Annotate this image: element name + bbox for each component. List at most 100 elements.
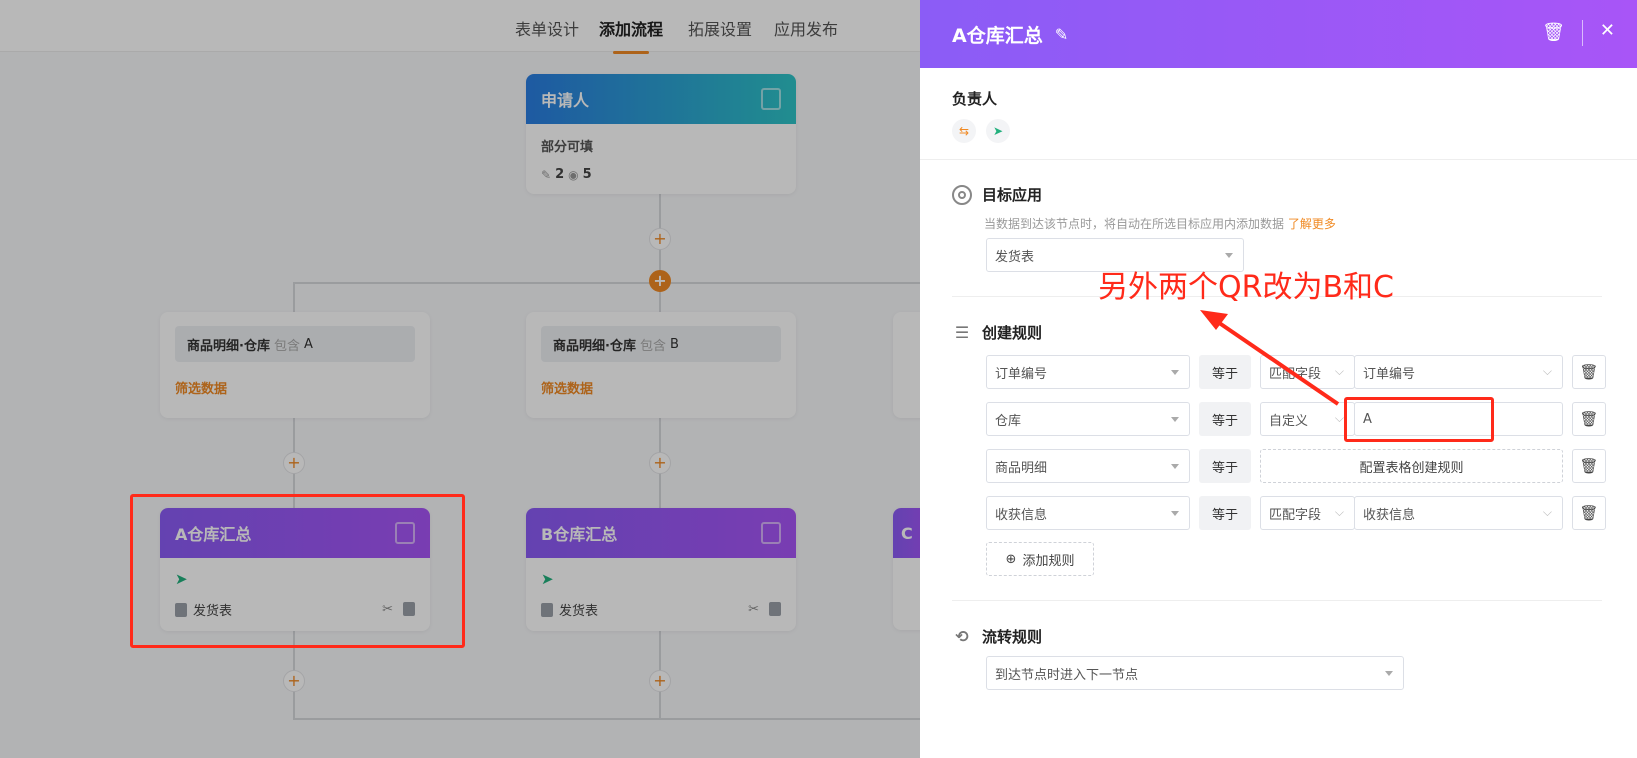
- send-icon: ➤: [541, 570, 554, 588]
- applicant-node-title: 申请人: [541, 91, 590, 110]
- owner-label: 负责人: [952, 90, 998, 108]
- add-node-button[interactable]: +: [649, 228, 671, 250]
- delete-rule-button[interactable]: 🗑: [1572, 355, 1606, 389]
- trash-icon: 🗑: [1579, 504, 1599, 522]
- rule-mode-select[interactable]: 自定义 ⌵: [1260, 402, 1355, 436]
- send-icon[interactable]: ➤: [986, 119, 1010, 143]
- annotation-text: 另外两个QR改为B和C: [1098, 270, 1394, 305]
- list-icon: ☰: [954, 323, 970, 342]
- trash-icon[interactable]: 🗑: [1542, 22, 1565, 43]
- chevron-down-icon: ⌵: [1334, 411, 1344, 425]
- target-app-section: 目标应用 当数据到达该节点时，将自动在所选目标应用内添加数据 了解更多: [952, 184, 1602, 232]
- filter-data-link[interactable]: 筛选数据: [541, 378, 781, 397]
- add-branch-button[interactable]: +: [649, 270, 671, 292]
- view-count: 5: [582, 167, 592, 182]
- rule-field-select[interactable]: 订单编号: [986, 355, 1190, 389]
- applicant-node[interactable]: 申请人 部分可填 ✎ 2 ◉ 5: [526, 74, 796, 194]
- plus-circle-icon: ⊕: [1005, 551, 1017, 567]
- rule-field-select[interactable]: 仓库: [986, 402, 1190, 436]
- transfer-rule-select[interactable]: 到达节点时进入下一节点: [986, 656, 1404, 690]
- transfer-rules-title: 流转规则: [982, 628, 1043, 646]
- create-rules-title: 创建规则: [982, 324, 1043, 342]
- configure-table-rule-button[interactable]: 配置表格创建规则: [1260, 449, 1563, 483]
- edit-count: 2: [555, 167, 565, 182]
- panel-header: A仓库汇总 ✎ 🗑 ✕: [920, 0, 1637, 68]
- trash-icon: 🗑: [1579, 410, 1599, 428]
- create-rules-section: ☰ 创建规则: [952, 322, 1602, 343]
- filter-field: 商品明细·仓库: [187, 338, 270, 354]
- rule-field: 仓库: [995, 413, 1022, 429]
- target-app-title: 目标应用: [982, 186, 1043, 204]
- filter-operator: 包含: [639, 338, 666, 354]
- tab-add-flow[interactable]: 添加流程: [599, 16, 663, 54]
- rule-operator: 等于: [1199, 402, 1251, 436]
- transfer-rule-value: 到达节点时进入下一节点: [995, 667, 1139, 683]
- add-node-button[interactable]: +: [649, 670, 671, 692]
- rule-mode: 匹配字段: [1269, 366, 1322, 382]
- rule-value-select[interactable]: 收获信息 ⌵: [1354, 496, 1563, 530]
- trash-icon: 🗑: [1579, 457, 1599, 475]
- add-node-button[interactable]: +: [649, 452, 671, 474]
- node-header: B仓库汇总: [526, 508, 796, 558]
- annotation-box-node-a: [130, 494, 465, 648]
- target-icon: [952, 184, 972, 205]
- add-node-button[interactable]: +: [283, 452, 305, 474]
- rule-field: 商品明细: [995, 460, 1048, 476]
- caret-down-icon: [1171, 417, 1179, 422]
- rule-operator: 等于: [1199, 355, 1251, 389]
- filter-data-link[interactable]: 筛选数据: [175, 378, 415, 397]
- target-app-value: 发货表: [995, 249, 1035, 265]
- add-rule-button[interactable]: ⊕ 添加规则: [986, 542, 1094, 576]
- caret-down-icon: [1225, 253, 1233, 258]
- learn-more-link[interactable]: 了解更多: [1288, 217, 1336, 231]
- filter-condition: 商品明细·仓库 包含 B: [541, 326, 781, 362]
- delete-rule-button[interactable]: 🗑: [1572, 496, 1606, 530]
- panel-title: A仓库汇总: [952, 24, 1043, 47]
- annotation-box-value-a: [1344, 397, 1494, 442]
- node-b-warehouse[interactable]: B仓库汇总 ➤ 发货表 ✂: [526, 508, 796, 631]
- chevron-down-icon: ⌵: [1542, 364, 1552, 378]
- add-rule-label: 添加规则: [1022, 553, 1075, 569]
- caret-down-icon: [1385, 671, 1393, 676]
- rule-mode: 自定义: [1269, 413, 1309, 429]
- header-divider: [1582, 20, 1583, 46]
- trash-icon: 🗑: [1579, 363, 1599, 381]
- scissors-icon[interactable]: ✂: [748, 602, 759, 617]
- node-c-warehouse-partial[interactable]: C: [893, 508, 920, 630]
- rule-field: 收获信息: [995, 507, 1048, 523]
- tab-extension-settings[interactable]: 拓展设置: [688, 16, 752, 40]
- connector: [293, 718, 920, 720]
- switch-icon[interactable]: ⇆: [952, 119, 976, 143]
- caret-down-icon: [1171, 464, 1179, 469]
- table-icon: [541, 602, 553, 617]
- filter-card-a[interactable]: 商品明细·仓库 包含 A 筛选数据: [160, 312, 430, 418]
- rule-mode-select[interactable]: 匹配字段 ⌵: [1260, 496, 1355, 530]
- delete-rule-button[interactable]: 🗑: [1572, 449, 1606, 483]
- filter-field: 商品明细·仓库: [553, 338, 636, 354]
- tab-form-design[interactable]: 表单设计: [515, 16, 579, 40]
- edit-icon[interactable]: ✎: [1055, 25, 1068, 44]
- add-node-button[interactable]: +: [283, 670, 305, 692]
- rule-operator: 等于: [1199, 496, 1251, 530]
- tab-app-publish[interactable]: 应用发布: [774, 16, 838, 40]
- rule-field-select[interactable]: 收获信息: [986, 496, 1190, 530]
- rule-mode-select[interactable]: 匹配字段 ⌵: [1260, 355, 1355, 389]
- delete-rule-button[interactable]: 🗑: [1572, 402, 1606, 436]
- close-icon[interactable]: ✕: [1600, 20, 1615, 41]
- filter-card-b[interactable]: 商品明细·仓库 包含 B 筛选数据: [526, 312, 796, 418]
- copy-icon[interactable]: [769, 602, 781, 616]
- rule-value-select[interactable]: 订单编号 ⌵: [1354, 355, 1563, 389]
- node-settings-panel: A仓库汇总 ✎ 🗑 ✕ 负责人 ⇆ ➤ 目标应用 当数据到达该节点时，将自动在所…: [920, 0, 1637, 758]
- node-title: B仓库汇总: [541, 525, 618, 544]
- filter-card-c-partial[interactable]: [893, 312, 920, 418]
- connector: [293, 282, 920, 284]
- rule-mode: 匹配字段: [1269, 507, 1322, 523]
- rule-field-select[interactable]: 商品明细: [986, 449, 1190, 483]
- filter-value: B: [669, 336, 679, 352]
- top-nav: 表单设计 添加流程 拓展设置 应用发布: [0, 0, 920, 54]
- filter-operator: 包含: [273, 338, 300, 354]
- node-title: C: [901, 523, 913, 543]
- transfer-rules-section: ⟲ 流转规则: [952, 626, 1602, 647]
- applicant-node-subtitle: 部分可填: [541, 140, 594, 155]
- form-icon: [761, 522, 781, 544]
